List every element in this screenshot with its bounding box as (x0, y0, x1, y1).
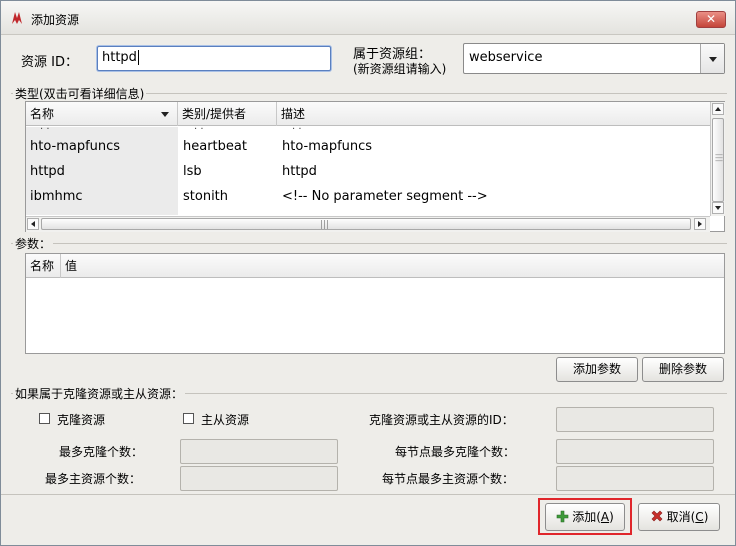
row-provider: lsb (183, 164, 202, 179)
vertical-scroll-thumb[interactable]: — — — (712, 118, 724, 202)
row-name: hto-mapfuncs (30, 139, 121, 154)
horizontal-scroll-thumb[interactable]: ||| (41, 218, 691, 230)
row-description: httpd (282, 164, 317, 179)
max-clones-label: 最多克隆个数： (59, 445, 144, 459)
scroll-left-icon[interactable] (27, 218, 39, 230)
add-resource-dialog: 添加资源 ✕ 资源 ID： httpd 属于资源组： (新资源组请输入) web… (0, 0, 736, 546)
row-provider: stonith (183, 189, 229, 204)
resource-id-value: httpd (102, 50, 137, 65)
max-masters-input[interactable] (180, 466, 338, 491)
horizontal-scrollbar[interactable]: ||| (26, 216, 710, 232)
group-hint-label: (新资源组请输入) (353, 62, 447, 76)
plus-icon (556, 510, 569, 523)
max-masters-label: 最多主资源个数： (45, 472, 142, 486)
resource-type-table[interactable]: 名称 类别/提供者 描述 · · · · · · hto-mapfuncs he… (25, 101, 725, 232)
max-clones-per-node-input[interactable] (556, 439, 714, 464)
bottom-divider (1, 494, 735, 495)
column-header-name[interactable]: 名称 (26, 102, 178, 126)
column-header-provider[interactable]: 类别/提供者 (178, 102, 277, 126)
cancel-button[interactable]: 取消(C) (638, 503, 720, 531)
clone-checkbox-label: 克隆资源 (57, 413, 106, 427)
params-section-label: 参数： (13, 235, 54, 252)
window-title: 添加资源 (31, 13, 80, 27)
add-button[interactable]: 添加(A) (545, 503, 625, 531)
column-header-description[interactable]: 描述 (277, 102, 711, 126)
clone-id-input[interactable] (556, 407, 714, 432)
add-param-button[interactable]: 添加参数 (556, 357, 638, 382)
max-masters-per-node-label: 每节点最多主资源个数： (382, 472, 515, 486)
resource-id-label: 资源 ID： (21, 55, 78, 70)
scroll-up-icon[interactable] (712, 103, 724, 115)
resource-id-input[interactable]: httpd (97, 46, 331, 71)
master-slave-checkbox-label: 主从资源 (201, 413, 250, 427)
vertical-scrollbar[interactable]: — — — (710, 102, 725, 216)
max-clones-input[interactable] (180, 439, 338, 464)
close-window-button[interactable]: ✕ (696, 11, 726, 28)
max-clones-per-node-label: 每节点最多克隆个数： (395, 445, 516, 459)
sort-descending-icon (161, 112, 169, 117)
clone-id-label: 克隆资源或主从资源的ID： (369, 413, 514, 427)
add-button-label: 添加( (572, 510, 601, 524)
scroll-right-icon[interactable] (694, 218, 706, 230)
row-description: hto-mapfuncs (282, 139, 373, 154)
master-slave-checkbox[interactable] (183, 413, 194, 424)
chevron-down-icon[interactable] (700, 44, 724, 73)
table-header: 名称 类别/提供者 描述 (26, 102, 711, 126)
params-table[interactable]: 名称 值 (25, 253, 725, 354)
row-name: ibmhmc (30, 189, 83, 204)
clone-checkbox[interactable] (39, 413, 50, 424)
title-bar: 添加资源 ✕ (1, 1, 735, 35)
delete-param-button[interactable]: 删除参数 (642, 357, 724, 382)
resource-group-value: webservice (469, 50, 543, 65)
scroll-down-icon[interactable] (712, 202, 724, 214)
close-icon: ✕ (705, 12, 717, 26)
clone-section-label: 如果属于克隆资源或主从资源： (13, 385, 186, 402)
heartbeat-app-icon (12, 12, 22, 24)
row-description: <!-- No parameter segment --> (282, 189, 488, 204)
cancel-x-icon (651, 510, 663, 522)
row-name: httpd (30, 164, 65, 179)
column-header-param-value[interactable]: 值 (61, 254, 724, 278)
max-masters-per-node-input[interactable] (556, 466, 714, 491)
row-provider: heartbeat (183, 139, 247, 154)
type-section-label: 类型(双击可看详细信息) (13, 85, 147, 102)
resource-group-combobox[interactable]: webservice (463, 43, 725, 74)
params-table-header: 名称 值 (26, 254, 724, 278)
column-header-param-name[interactable]: 名称 (26, 254, 61, 278)
params-section-divider (11, 243, 727, 244)
cancel-button-label: 取消( (666, 510, 696, 524)
